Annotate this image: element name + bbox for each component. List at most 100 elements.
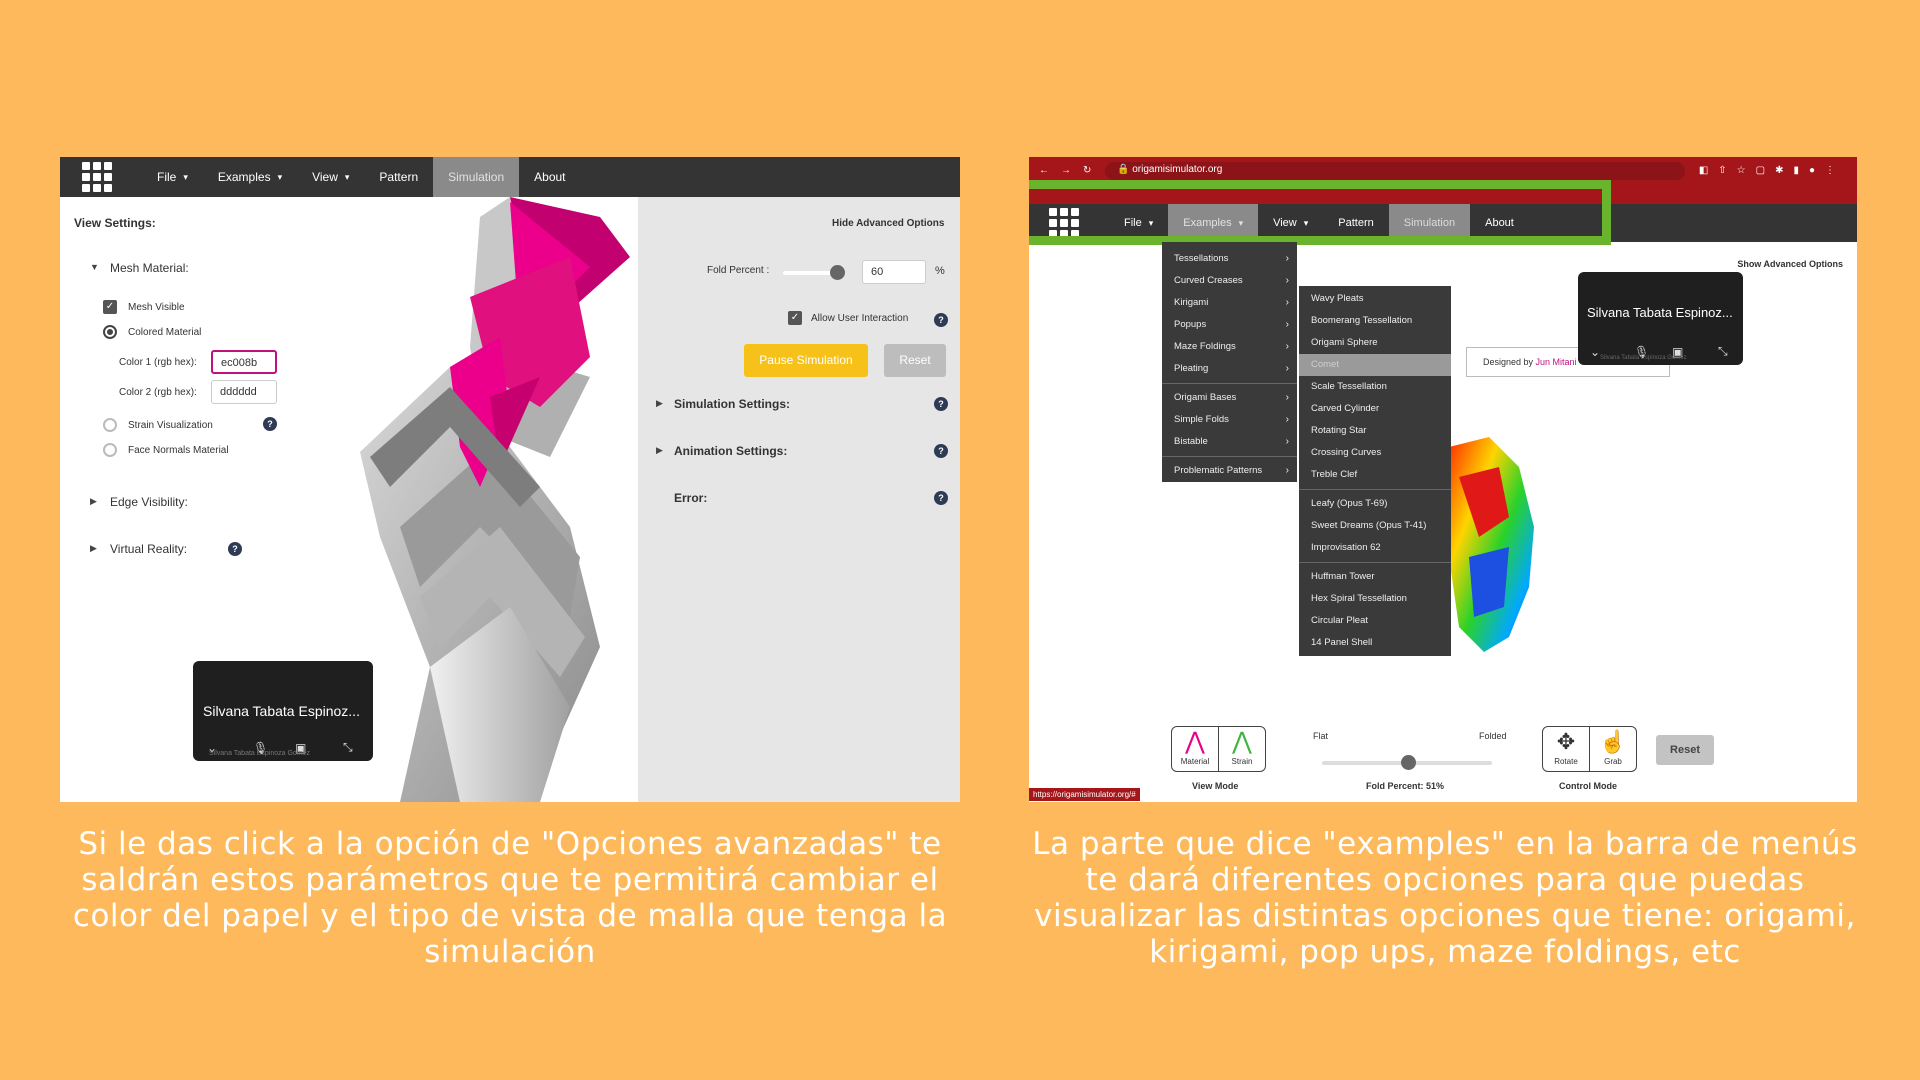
strain-mode-button[interactable]: ⋀ Strain [1218, 726, 1266, 772]
menu-item-bistable[interactable]: Bistable › [1162, 431, 1297, 453]
view-mode-label: View Mode [1192, 781, 1239, 791]
submenu-item[interactable]: Origami Sphere [1299, 332, 1451, 354]
submenu-item-hovered[interactable]: Comet [1299, 354, 1451, 376]
grab-mode-button[interactable]: ☝ Grab [1589, 726, 1637, 772]
menu-divider [1162, 383, 1297, 384]
colored-material-label: Colored Material [128, 327, 202, 338]
chevron-right-icon: › [1285, 436, 1289, 447]
submenu-item[interactable]: Treble Clef [1299, 464, 1451, 486]
expanded-triangle-icon[interactable]: ▼ [90, 262, 99, 272]
virtual-reality-label[interactable]: Virtual Reality: [110, 542, 187, 556]
left-screenshot: File ▾ Examples ▾ View ▾ Pattern Simulation… [60, 157, 960, 802]
help-icon[interactable]: ? [934, 491, 948, 505]
edge-visibility-label[interactable]: Edge Visibility: [110, 495, 188, 509]
collapsed-triangle-icon[interactable]: ▶ [656, 445, 663, 456]
nav-pattern[interactable]: Pattern [364, 157, 433, 197]
back-icon[interactable]: ← [1039, 165, 1049, 176]
collapsed-triangle-icon[interactable]: ▶ [656, 398, 663, 409]
chevron-down-icon[interactable]: ⌄ [1590, 345, 1600, 359]
material-mode-button[interactable]: ⋀ Material [1171, 726, 1219, 772]
rotate-mode-button[interactable]: ✥ Rotate [1542, 726, 1590, 772]
menu-item-problematic-patterns[interactable]: Problematic Patterns › [1162, 460, 1297, 482]
submenu-item[interactable]: Wavy Pleats [1299, 288, 1451, 310]
fold-slider-handle[interactable] [1401, 755, 1416, 770]
nav-view[interactable]: View ▾ [297, 157, 364, 197]
color2-input[interactable]: dddddd [211, 380, 277, 404]
strain-render[interactable] [1449, 437, 1544, 657]
slider-handle[interactable] [830, 265, 845, 280]
participant-name: Silvana Tabata Espinoz... [203, 703, 360, 719]
chevron-down-icon: ▾ [344, 171, 350, 182]
lock-icon: 🔒 [1117, 164, 1133, 175]
nav-examples[interactable]: Examples ▾ [203, 157, 297, 197]
video-call-tile[interactable]: Silvana Tabata Espinoz... ⌄ 🎙 ▣ ⤡ Silvan… [193, 661, 373, 761]
face-normals-radio[interactable] [103, 443, 117, 457]
chevron-down-icon: ▾ [277, 171, 283, 182]
expand-icon[interactable]: ⤡ [1718, 344, 1728, 359]
submenu-item[interactable]: Crossing Curves [1299, 442, 1451, 464]
show-advanced-link[interactable]: Show Advanced Options [1737, 259, 1843, 269]
chevron-down-icon: ▾ [183, 171, 188, 182]
menu-item-curved-creases[interactable]: Curved Creases › [1162, 270, 1297, 292]
highlight-box [1029, 180, 1611, 245]
menu-item-maze-foldings[interactable]: Maze Foldings › [1162, 336, 1297, 358]
control-mode-label: Control Mode [1559, 781, 1617, 791]
reset-button[interactable]: Reset [884, 344, 946, 377]
submenu-item[interactable]: Rotating Star [1299, 420, 1451, 442]
submenu-item[interactable]: Leafy (Opus T-69) [1299, 493, 1451, 515]
material-icon: ⋀ [1185, 728, 1205, 755]
help-icon[interactable]: ? [934, 444, 948, 458]
submenu-item[interactable]: Hex Spiral Tessellation [1299, 588, 1451, 610]
forward-icon[interactable]: → [1061, 165, 1071, 176]
menu-item-popups[interactable]: Popups › [1162, 314, 1297, 336]
chevron-right-icon: › [1285, 465, 1289, 476]
expand-icon[interactable]: ⤡ [343, 740, 353, 755]
submenu-item[interactable]: 14 Panel Shell [1299, 632, 1451, 654]
submenu-item[interactable]: Boomerang Tessellation [1299, 310, 1451, 332]
submenu-item[interactable]: Carved Cylinder [1299, 398, 1451, 420]
curved-creases-submenu: Wavy Pleats Boomerang Tessellation Origa… [1299, 286, 1451, 656]
help-icon[interactable]: ? [934, 313, 948, 327]
help-icon[interactable]: ? [263, 417, 277, 431]
folded-label: Folded [1479, 731, 1507, 741]
hide-advanced-link[interactable]: Hide Advanced Options [832, 218, 944, 229]
help-icon[interactable]: ? [934, 397, 948, 411]
menu-item-tessellations[interactable]: Tessellations › [1162, 248, 1297, 270]
nav-simulation[interactable]: Simulation [433, 157, 520, 197]
menu-item-simple-folds[interactable]: Simple Folds › [1162, 409, 1297, 431]
fold-percent-input[interactable]: 60 [862, 260, 926, 284]
address-bar[interactable]: 🔒 origamisimulator.org [1105, 162, 1685, 180]
menu-item-pleating[interactable]: Pleating › [1162, 358, 1297, 380]
reset-button[interactable]: Reset [1656, 735, 1714, 765]
colored-material-radio[interactable] [103, 325, 117, 339]
designer-link[interactable]: Jun Mitani [1536, 357, 1577, 367]
submenu-item[interactable]: Sweet Dreams (Opus T-41) [1299, 515, 1451, 537]
collapsed-triangle-icon[interactable]: ▶ [90, 496, 97, 507]
simulation-settings-label[interactable]: Simulation Settings: [674, 397, 790, 411]
app-logo-icon[interactable] [82, 161, 116, 193]
reload-icon[interactable]: ↻ [1083, 165, 1091, 176]
help-icon[interactable]: ? [228, 542, 242, 556]
chevron-right-icon: › [1285, 363, 1289, 374]
submenu-item[interactable]: Improvisation 62 [1299, 537, 1451, 559]
pause-simulation-button[interactable]: Pause Simulation [744, 344, 868, 377]
nav-about[interactable]: About [519, 157, 580, 197]
animation-settings-label[interactable]: Animation Settings: [674, 444, 787, 458]
nav-file[interactable]: File ▾ [142, 157, 203, 197]
color1-input[interactable]: ec008b [211, 350, 277, 374]
mesh-visible-checkbox[interactable]: ✓ [103, 300, 117, 314]
collapsed-triangle-icon[interactable]: ▶ [90, 543, 97, 554]
allow-interaction-checkbox[interactable]: ✓ [788, 311, 802, 325]
rotate-icon: ✥ [1556, 729, 1576, 754]
menu-item-kirigami[interactable]: Kirigami › [1162, 292, 1297, 314]
chevron-right-icon: › [1285, 275, 1289, 286]
fold-percent-readout: Fold Percent: 51% [1366, 781, 1445, 791]
strain-visualization-radio[interactable] [103, 418, 117, 432]
browser-extensions-icon[interactable]: ◧⇧☆▢✱▮●⋮ [1699, 165, 1845, 176]
chevron-right-icon: › [1285, 297, 1289, 308]
submenu-item[interactable]: Scale Tessellation [1299, 376, 1451, 398]
menu-item-origami-bases[interactable]: Origami Bases › [1162, 387, 1297, 409]
submenu-item[interactable]: Huffman Tower [1299, 566, 1451, 588]
submenu-item[interactable]: Circular Pleat [1299, 610, 1451, 632]
video-call-tile[interactable]: Silvana Tabata Espinoz... ⌄ 🎙 ▣ ⤡ Silvan… [1578, 272, 1743, 365]
